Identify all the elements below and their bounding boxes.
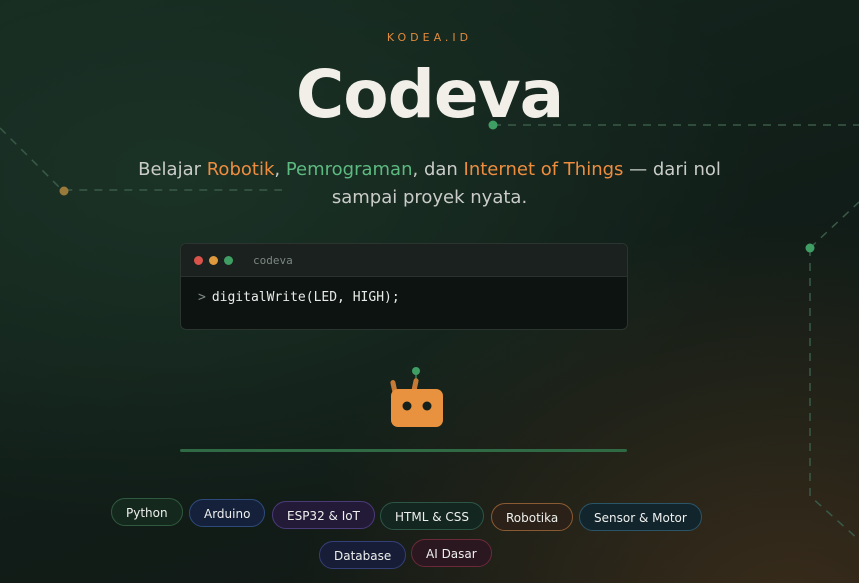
tag-sensor-motor[interactable]: Sensor & Motor: [579, 503, 702, 531]
tag-robotika[interactable]: Robotika: [491, 503, 574, 531]
tag-database[interactable]: Database: [319, 541, 407, 569]
page-subtitle: Belajar Robotik, Pemrograman, dan Intern…: [110, 156, 749, 212]
page-title: Codeva: [295, 56, 564, 133]
close-dot-icon: [194, 255, 203, 265]
terminal-prompt: >: [198, 290, 206, 305]
maximize-dot-icon: [224, 255, 233, 265]
subtitle-text: , dan: [412, 159, 464, 180]
robot-icon: [390, 367, 443, 427]
code-terminal: codeva > digitalWrite(LED, HIGH);: [180, 243, 628, 330]
tag-arduino[interactable]: Arduino: [189, 499, 266, 527]
subtitle-text: ,: [274, 159, 286, 180]
subtitle-highlight-iot: Internet of Things: [463, 159, 624, 180]
terminal-body: > digitalWrite(LED, HIGH);: [181, 277, 627, 305]
tag-python[interactable]: Python: [111, 498, 183, 526]
terminal-titlebar: codeva: [181, 244, 627, 277]
terminal-title: codeva: [253, 253, 293, 267]
subtitle-highlight-robotik: Robotik: [206, 159, 275, 180]
terminal-command: digitalWrite(LED, HIGH);: [211, 290, 400, 305]
progress-divider: [180, 449, 627, 452]
brand-label: KODEA.ID: [386, 31, 473, 44]
minimize-dot-icon: [209, 255, 218, 265]
tag-esp32-iot[interactable]: ESP32 & IoT: [272, 501, 375, 529]
tag-ai-dasar[interactable]: AI Dasar: [411, 539, 492, 567]
tag-html-css[interactable]: HTML & CSS: [380, 502, 484, 530]
subtitle-highlight-pemrograman: Pemrograman: [285, 159, 413, 180]
subtitle-text: Belajar: [138, 159, 207, 180]
